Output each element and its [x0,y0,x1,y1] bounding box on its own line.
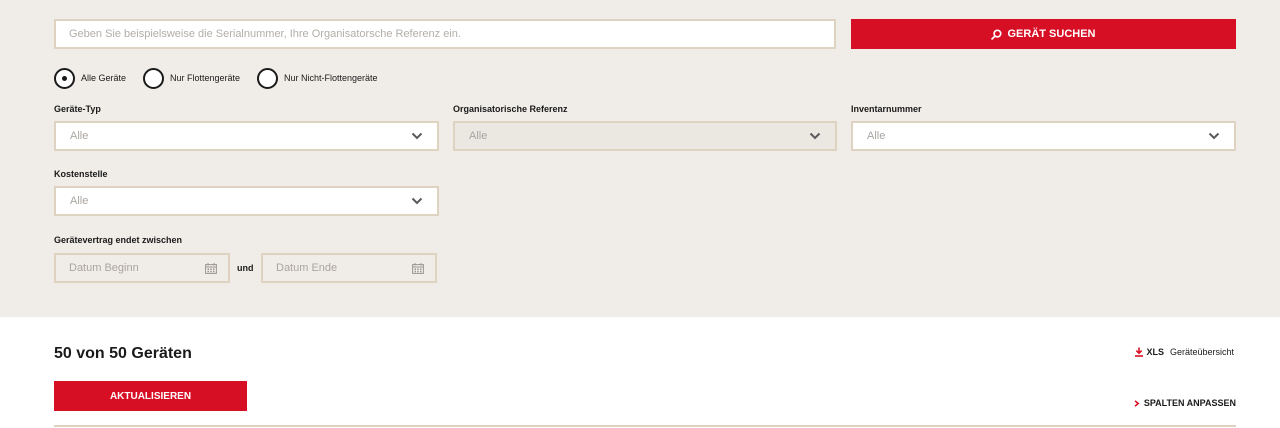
radio-label: Nur Flottengeräte [170,73,241,83]
select-value: Alle [867,130,886,142]
search-button-label: GERÄT SUCHEN [1007,28,1096,40]
divider [54,425,1236,427]
radio-all-devices[interactable]: Alle Geräte [54,67,143,89]
org-reference-label: Organisatorische Referenz [453,104,568,114]
search-icon [991,28,1003,40]
search-button[interactable]: GERÄT SUCHEN [851,19,1236,49]
device-type-select[interactable]: Alle [54,121,439,151]
select-value: Alle [70,130,89,142]
select-value: Alle [70,195,89,207]
export-format: XLS [1146,347,1164,357]
radio-button-selected[interactable] [54,67,75,89]
cost-center-select[interactable]: Alle [54,186,439,216]
export-description: Geräteübersicht [1169,347,1234,357]
customize-columns-link[interactable]: SPALTEN ANPASSEN [1134,398,1236,408]
export-xls-link[interactable]: XLS Geräteübersicht [1134,347,1234,357]
device-filter-radio-group: Alle Geräte Nur Flottengeräte Nur Nicht-… [54,67,378,89]
refresh-button[interactable]: AKTUALISIEREN [54,381,247,411]
contract-end-label: Gerätevertrag endet zwischen [54,235,183,245]
filter-panel: GERÄT SUCHEN Alle Geräte Nur Flottengerä… [0,0,1280,317]
date-end-placeholder: Datum Ende [276,262,338,274]
radio-fleet-only[interactable]: Nur Flottengeräte [143,67,257,89]
radio-dot [62,75,67,81]
org-reference-select[interactable]: Alle [453,121,837,151]
date-end-field[interactable]: Datum Ende [261,253,437,283]
radio-label: Nur Nicht-Flottengeräte [284,73,378,83]
calendar-icon[interactable] [412,262,424,274]
radio-label: Alle Geräte [81,73,127,83]
radio-button[interactable] [257,67,278,89]
radio-button[interactable] [143,67,164,89]
search-input[interactable] [54,19,836,49]
chevron-right-icon [1134,399,1140,407]
device-type-label: Geräte-Typ [54,104,101,114]
calendar-icon[interactable] [205,262,217,274]
select-value: Alle [469,130,488,142]
download-icon [1135,347,1144,357]
radio-non-fleet-only[interactable]: Nur Nicht-Flottengeräte [257,67,378,89]
chevron-down-icon [411,197,423,205]
date-range-separator: und [237,263,254,273]
results-count: 50 von 50 Geräten [54,345,192,362]
date-start-field[interactable]: Datum Beginn [54,253,230,283]
date-start-placeholder: Datum Beginn [69,262,139,274]
customize-columns-label: SPALTEN ANPASSEN [1143,398,1236,408]
chevron-down-icon [1208,132,1220,140]
chevron-down-icon [411,132,423,140]
inventory-number-select[interactable]: Alle [851,121,1236,151]
chevron-down-icon [809,132,821,140]
cost-center-label: Kostenstelle [54,169,108,179]
inventory-number-label: Inventarnummer [851,104,922,114]
